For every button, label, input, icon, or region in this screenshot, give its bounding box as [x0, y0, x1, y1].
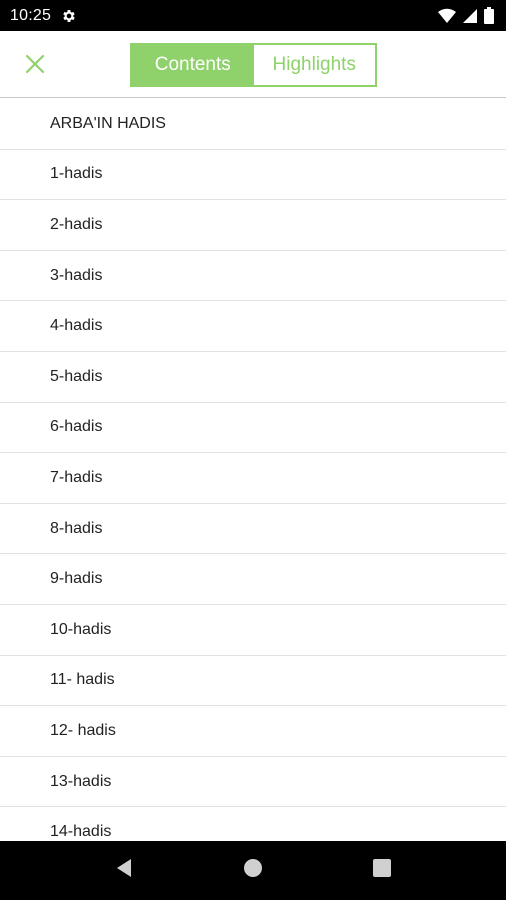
- list-item-title[interactable]: ARBA'IN HADIS: [0, 99, 506, 150]
- list-item[interactable]: 3-hadis: [0, 251, 506, 302]
- close-icon: [25, 54, 45, 79]
- status-right: [438, 7, 494, 24]
- list-item[interactable]: 14-hadis: [0, 807, 506, 841]
- recents-button[interactable]: [358, 847, 406, 895]
- tab-switcher: Contents Highlights: [130, 43, 377, 87]
- back-icon: [115, 858, 133, 883]
- status-left: 10:25: [10, 7, 77, 25]
- close-button[interactable]: [18, 49, 52, 83]
- list-item[interactable]: 12- hadis: [0, 706, 506, 757]
- list-item[interactable]: 10-hadis: [0, 605, 506, 656]
- home-button[interactable]: [229, 847, 277, 895]
- wifi-icon: [438, 8, 456, 24]
- list-item[interactable]: 4-hadis: [0, 301, 506, 352]
- list-item[interactable]: 2-hadis: [0, 200, 506, 251]
- list-item[interactable]: 11- hadis: [0, 656, 506, 707]
- back-button[interactable]: [100, 847, 148, 895]
- home-icon: [243, 858, 263, 883]
- recents-icon: [372, 859, 391, 882]
- contents-list: ARBA'IN HADIS 1-hadis 2-hadis 3-hadis 4-…: [0, 99, 506, 841]
- list-item[interactable]: 1-hadis: [0, 150, 506, 201]
- settings-icon: [61, 8, 77, 24]
- navigation-bar: [0, 841, 506, 900]
- list-item[interactable]: 6-hadis: [0, 403, 506, 454]
- tab-highlights[interactable]: Highlights: [253, 45, 375, 85]
- list-item[interactable]: 8-hadis: [0, 504, 506, 555]
- signal-icon: [462, 8, 478, 24]
- list-item[interactable]: 9-hadis: [0, 554, 506, 605]
- list-item[interactable]: 5-hadis: [0, 352, 506, 403]
- list-item[interactable]: 13-hadis: [0, 757, 506, 808]
- status-bar: 10:25: [0, 0, 506, 31]
- tab-contents[interactable]: Contents: [132, 45, 254, 85]
- list-item[interactable]: 7-hadis: [0, 453, 506, 504]
- battery-icon: [484, 7, 494, 24]
- app-bar: Contents Highlights: [0, 31, 506, 98]
- status-time: 10:25: [10, 6, 52, 24]
